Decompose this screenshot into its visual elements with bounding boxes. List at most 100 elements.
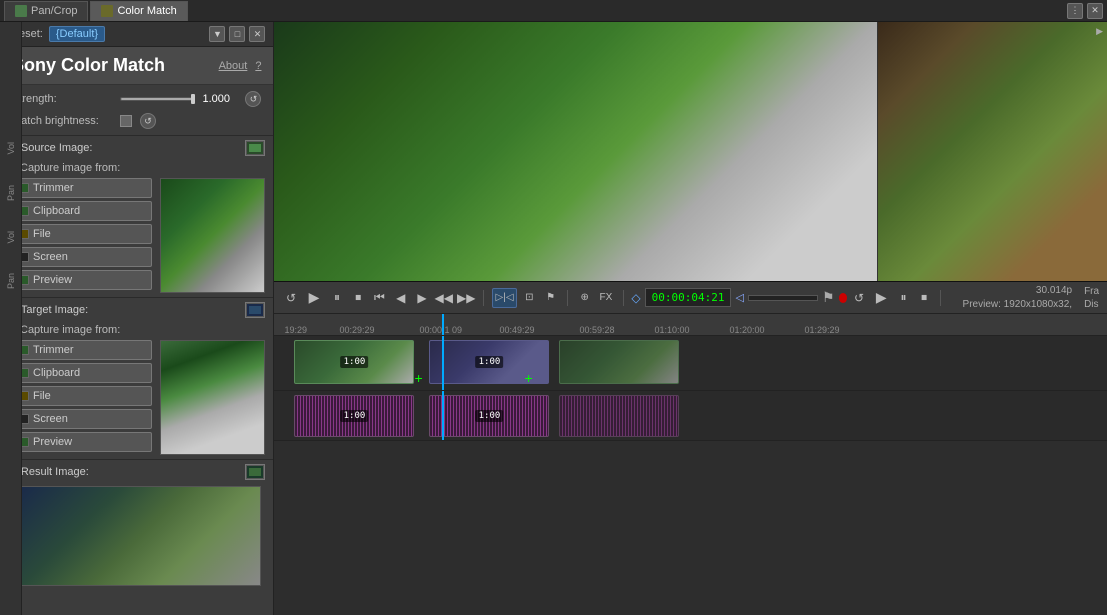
tab-color-match[interactable]: Color Match xyxy=(90,1,187,21)
timecode-display[interactable]: 00:00:04:21 xyxy=(645,288,732,307)
audio-clip-1[interactable]: 1:00 xyxy=(294,395,414,437)
marker-btn[interactable]: ⚑ xyxy=(542,288,559,308)
tab-bar-actions: ⋮ ✕ xyxy=(1067,3,1103,19)
zoom-btn[interactable]: ⊕ xyxy=(576,288,593,308)
target-thumb-btn[interactable] xyxy=(245,302,265,318)
strip-label-3: Vol xyxy=(6,231,16,244)
secondary-label: ▶ xyxy=(1096,26,1103,37)
match-brightness-label: Match brightness: xyxy=(12,115,112,127)
timecode-marker: ◇ xyxy=(631,291,640,305)
source-clipboard-btn[interactable]: Clipboard xyxy=(8,201,152,221)
match-brightness-checkbox[interactable] xyxy=(120,115,132,127)
left-sidebar-strip: Vol Pan Vol Pan xyxy=(0,22,22,615)
tab-pan-crop[interactable]: Pan/Crop xyxy=(4,1,88,21)
preset-save-btn[interactable]: □ xyxy=(229,26,245,42)
source-capture-label: Capture image from: xyxy=(20,162,265,174)
match-brightness-reset-btn[interactable]: ↺ xyxy=(140,113,156,129)
help-link[interactable]: ? xyxy=(255,60,261,72)
strip-label-4: Pan xyxy=(6,273,16,289)
transport-pause-btn[interactable]: ⏸ xyxy=(328,288,345,308)
marker-plus-2: + xyxy=(524,370,532,386)
source-image-section: ▼ Source Image: Capture image from: Trim… xyxy=(0,135,273,297)
video-clip-1[interactable]: 1:00 xyxy=(294,340,414,384)
marker-plus-1: + xyxy=(414,370,422,386)
fx-btn[interactable]: FX xyxy=(597,288,614,308)
target-image-content: Trimmer Clipboard File Screen xyxy=(8,340,265,455)
loop-region-btn[interactable]: ▷|◁ xyxy=(492,288,516,308)
about-link[interactable]: About xyxy=(219,60,248,72)
strip-label-1: Vol xyxy=(6,142,16,155)
ruler-mark-6: 01:10:00 xyxy=(654,325,689,335)
transport-rwd-btn[interactable]: ◀◀ xyxy=(435,288,453,308)
secondary-preview-content xyxy=(878,22,1107,281)
ruler-mark-5: 00:59:28 xyxy=(579,325,614,335)
tr-stop2[interactable]: ⏹ xyxy=(916,288,933,308)
transport-loop-btn[interactable]: ↺ xyxy=(282,288,299,308)
source-section-label: Source Image: xyxy=(21,142,242,154)
target-trimmer-btn[interactable]: Trimmer xyxy=(8,340,152,360)
target-clipboard-btn[interactable]: Clipboard xyxy=(8,363,152,383)
audio-clip2-timecode: 1:00 xyxy=(476,410,504,422)
pan-crop-icon xyxy=(15,5,27,17)
transport-next-frame-btn[interactable]: ▶ xyxy=(413,288,430,308)
audio-clip-2[interactable]: 1:00 xyxy=(429,395,549,437)
transport-fwd-btn[interactable]: ▶▶ xyxy=(457,288,475,308)
result-thumb-content xyxy=(21,487,260,585)
snap-btn[interactable]: ⊡ xyxy=(521,288,538,308)
tr-pause2[interactable]: ⏸ xyxy=(895,288,912,308)
strength-slider[interactable] xyxy=(120,97,194,101)
ruler-mark-8: 01:29:29 xyxy=(804,325,839,335)
secondary-preview: ▶ xyxy=(877,22,1107,281)
result-thumb-btn[interactable] xyxy=(245,464,265,480)
controls-section: Strength: 1.000 ↺ Match brightness: ↺ xyxy=(0,85,273,135)
transport-stop-btn[interactable]: ⏹ xyxy=(350,288,367,308)
preset-close-btn[interactable]: ✕ xyxy=(249,26,265,42)
audio-clip-3[interactable] xyxy=(559,395,679,437)
target-file-btn[interactable]: File xyxy=(8,386,152,406)
main-preview-content xyxy=(274,22,877,281)
result-section-header: ▼ Result Image: xyxy=(8,464,265,480)
target-section-header: ▼ Target Image: xyxy=(8,302,265,318)
source-screen-btn[interactable]: Screen xyxy=(8,247,152,267)
audio-track-content[interactable]: 1:00 1:00 xyxy=(274,391,1107,440)
video-previews: ▶ xyxy=(274,22,1107,282)
video-clip-3[interactable] xyxy=(559,340,679,384)
tr-play2[interactable]: ▶ xyxy=(871,286,891,310)
video-track-content[interactable]: 1:00 1:00 + + xyxy=(274,336,1107,390)
source-thumb-content xyxy=(161,179,264,292)
preset-dropdown[interactable]: {Default} xyxy=(49,26,105,42)
source-thumb-btn[interactable] xyxy=(245,140,265,156)
strength-reset-btn[interactable]: ↺ xyxy=(245,91,261,107)
result-thumbnail xyxy=(20,486,261,586)
left-panel: Preset: {Default} ▼ □ ✕ Sony Color Match… xyxy=(0,22,274,615)
preset-menu-btn[interactable]: ▼ xyxy=(209,26,225,42)
source-capture-buttons: Trimmer Clipboard File Screen xyxy=(8,178,152,293)
target-screen-btn[interactable]: Screen xyxy=(8,409,152,429)
main-content: Preset: {Default} ▼ □ ✕ Sony Color Match… xyxy=(0,22,1107,615)
transport-play-btn[interactable]: ▶ xyxy=(304,286,325,310)
source-file-btn[interactable]: File xyxy=(8,224,152,244)
transport-skip-start-btn[interactable]: ⏮ xyxy=(371,288,388,308)
timecode-secondary[interactable] xyxy=(748,295,818,301)
source-trimmer-btn[interactable]: Trimmer xyxy=(8,178,152,198)
tab-action-btn2[interactable]: ✕ xyxy=(1087,3,1103,19)
ruler-mark-2: 00:29:29 xyxy=(339,325,374,335)
target-preview-btn[interactable]: Preview xyxy=(8,432,152,452)
fra-dis-labels: Fra Dis xyxy=(1084,286,1099,310)
timeline-area: 19:29 00:29:29 00:00:1 09 00:49:29 00:59… xyxy=(274,314,1107,615)
ruler-mark-1: 19:29 xyxy=(284,325,307,335)
timecode-arrow: ◁ xyxy=(735,291,743,304)
target-capture-buttons: Trimmer Clipboard File Screen xyxy=(8,340,152,455)
record-indicator xyxy=(839,293,847,303)
strength-value: 1.000 xyxy=(202,93,237,105)
tab-action-btn1[interactable]: ⋮ xyxy=(1067,3,1083,19)
tr-loop2[interactable]: ↺ xyxy=(851,288,868,308)
transport-divider3 xyxy=(623,290,624,306)
plugin-header-btns: About ? xyxy=(219,60,262,72)
ruler-mark-3: 00:00:1 09 xyxy=(419,325,462,335)
transport-prev-frame-btn[interactable]: ◀ xyxy=(392,288,409,308)
target-image-section: ▼ Target Image: Capture image from: Trim… xyxy=(0,297,273,459)
target-thumbnail xyxy=(160,340,265,455)
source-preview-btn[interactable]: Preview xyxy=(8,270,152,290)
audio-waveform-3 xyxy=(560,396,678,436)
